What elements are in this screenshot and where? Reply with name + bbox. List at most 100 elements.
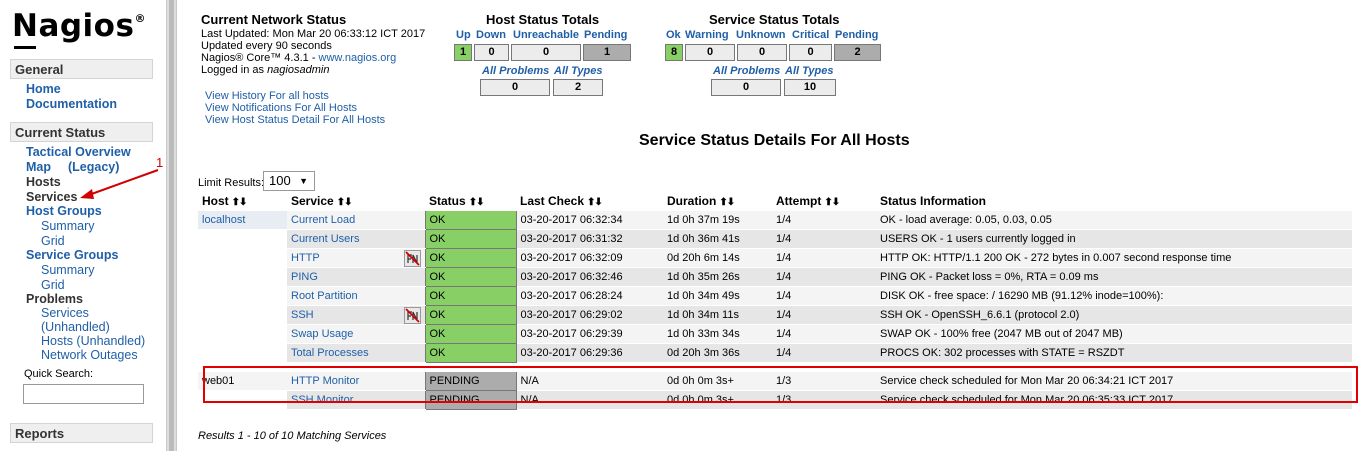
sort-arrows-icon[interactable]: ⬆⬇ — [719, 197, 735, 208]
host-all-problems-header[interactable]: All Problems — [482, 65, 549, 77]
host-all-problems-count[interactable]: 0 — [480, 79, 550, 96]
host-cell — [198, 248, 287, 268]
host-down-header[interactable]: Down — [476, 29, 506, 41]
service-warning-header[interactable]: Warning — [685, 29, 729, 41]
host-up-count[interactable]: 1 — [454, 44, 472, 61]
quick-search-input[interactable] — [23, 384, 144, 404]
service-all-problems-count[interactable]: 0 — [711, 79, 781, 96]
sort-arrows-icon[interactable]: ⬆⬇ — [824, 197, 840, 208]
nagios-org-link[interactable]: www.nagios.org — [319, 52, 397, 64]
nav-problems-services-link[interactable]: Services — [41, 306, 89, 320]
status-cell: OK — [424, 229, 517, 249]
attempt-cell: 1/4 — [772, 248, 876, 268]
view-history-link[interactable]: View History For all hosts — [205, 90, 329, 102]
duration-column-header[interactable]: Duration ⬆⬇ — [663, 192, 772, 211]
host-cell[interactable]: localhost — [198, 210, 287, 230]
nav-problems-services-unhandled-link[interactable]: (Unhandled) — [41, 320, 110, 334]
service-all-types-count[interactable]: 10 — [784, 79, 836, 96]
frame-divider-scrollbar[interactable] — [166, 0, 177, 451]
service-cell[interactable]: Current Load — [287, 210, 425, 230]
last-check-column-header[interactable]: Last Check ⬆⬇ — [516, 192, 663, 211]
sort-arrows-icon[interactable]: ⬆⬇ — [337, 197, 353, 208]
duration-cell: 1d 0h 36m 41s — [663, 229, 772, 249]
nav-service-groups-summary-link[interactable]: Summary — [41, 263, 94, 277]
service-cell[interactable]: Swap Usage — [287, 324, 425, 344]
nav-problems-link[interactable]: Problems — [26, 292, 83, 306]
host-cell — [198, 229, 287, 249]
status-cell: OK — [424, 324, 517, 344]
attempt-cell: 1/3 — [772, 390, 876, 410]
host-up-header[interactable]: Up — [456, 29, 471, 41]
host-cell — [198, 286, 287, 306]
host-unreachable-count[interactable]: 0 — [511, 44, 581, 61]
status-column-header[interactable]: Status ⬆⬇ — [425, 192, 516, 211]
table-row: Swap Usage OK 03-20-2017 06:29:39 1d 0h … — [198, 324, 1352, 344]
last-check-cell: 03-20-2017 06:32:34 — [516, 210, 663, 230]
service-all-problems-header[interactable]: All Problems — [713, 65, 780, 77]
limit-results-label: Limit Results: — [198, 177, 265, 189]
view-host-status-detail-link[interactable]: View Host Status Detail For All Hosts — [205, 114, 385, 126]
service-critical-header[interactable]: Critical — [792, 29, 829, 41]
service-cell[interactable]: Total Processes — [287, 343, 425, 363]
host-all-types-header[interactable]: All Types — [554, 65, 603, 77]
nav-host-groups-summary-link[interactable]: Summary — [41, 219, 94, 233]
duration-cell: 0d 0h 0m 3s+ — [663, 371, 772, 391]
duration-cell: 1d 0h 34m 49s — [663, 286, 772, 306]
sort-arrows-icon[interactable]: ⬆⬇ — [587, 197, 603, 208]
limit-results-select[interactable]: 100 ▼ — [263, 171, 315, 191]
host-status-totals-title: Host Status Totals — [486, 12, 600, 27]
service-critical-count[interactable]: 0 — [789, 44, 832, 61]
service-status-totals-title: Service Status Totals — [709, 12, 840, 27]
status-info-cell: PING OK - Packet loss = 0%, RTA = 0.09 m… — [876, 267, 1352, 287]
host-down-count[interactable]: 0 — [474, 44, 509, 61]
service-ok-count[interactable]: 8 — [665, 44, 683, 61]
service-all-types-header[interactable]: All Types — [785, 65, 834, 77]
current-network-status-title: Current Network Status — [201, 12, 347, 27]
status-cell: OK — [424, 343, 517, 363]
last-check-cell: 03-20-2017 06:28:24 — [516, 286, 663, 306]
sort-arrows-icon[interactable]: ⬆⬇ — [469, 197, 485, 208]
service-unknown-count[interactable]: 0 — [737, 44, 787, 61]
nav-problems-hosts-unhandled-link[interactable]: Hosts (Unhandled) — [41, 334, 145, 348]
nav-network-outages-link[interactable]: Network Outages — [41, 348, 138, 362]
sort-arrows-icon[interactable]: ⬆⬇ — [232, 197, 248, 208]
nav-documentation-link[interactable]: Documentation — [26, 97, 117, 111]
service-pending-header[interactable]: Pending — [835, 29, 878, 41]
service-cell[interactable]: Root Partition — [287, 286, 425, 306]
service-warning-count[interactable]: 0 — [685, 44, 735, 61]
duration-cell: 1d 0h 37m 19s — [663, 210, 772, 230]
service-pending-count[interactable]: 2 — [834, 44, 881, 61]
nav-map-link[interactable]: Map — [26, 160, 51, 174]
service-ok-header[interactable]: Ok — [666, 29, 681, 41]
nav-service-groups-grid-link[interactable]: Grid — [41, 278, 65, 292]
host-all-types-count[interactable]: 2 — [553, 79, 603, 96]
nav-home-link[interactable]: Home — [26, 82, 61, 96]
table-row: Total Processes OK 03-20-2017 06:29:36 0… — [198, 343, 1352, 363]
service-cell[interactable]: HTTP — [287, 248, 425, 268]
host-column-header[interactable]: Host ⬆⬇ — [198, 192, 287, 211]
status-info-cell: HTTP OK: HTTP/1.1 200 OK - 272 bytes in … — [876, 248, 1352, 268]
nav-hosts-link[interactable]: Hosts — [26, 175, 61, 189]
nav-tactical-overview-link[interactable]: Tactical Overview — [26, 145, 131, 159]
service-cell[interactable]: SSH — [287, 305, 425, 325]
host-cell[interactable]: web01 — [198, 371, 287, 391]
host-pending-count[interactable]: 1 — [583, 44, 631, 61]
nav-service-groups-link[interactable]: Service Groups — [26, 248, 118, 262]
nagios-logo[interactable]: Nagios® — [12, 8, 146, 49]
notifications-disabled-icon[interactable] — [403, 307, 421, 324]
last-check-cell: 03-20-2017 06:29:02 — [516, 305, 663, 325]
service-cell[interactable]: PING — [287, 267, 425, 287]
service-cell[interactable]: Current Users — [287, 229, 425, 249]
service-cell[interactable]: SSH Monitor — [287, 390, 425, 410]
host-pending-header[interactable]: Pending — [584, 29, 627, 41]
service-cell[interactable]: HTTP Monitor — [287, 371, 425, 391]
view-notifications-link[interactable]: View Notifications For All Hosts — [205, 102, 357, 114]
notifications-disabled-icon[interactable] — [403, 250, 421, 267]
nav-host-groups-grid-link[interactable]: Grid — [41, 234, 65, 248]
attempt-column-header[interactable]: Attempt ⬆⬇ — [772, 192, 876, 211]
table-row: PING OK 03-20-2017 06:32:46 1d 0h 35m 26… — [198, 267, 1352, 287]
host-unreachable-header[interactable]: Unreachable — [513, 29, 579, 41]
service-unknown-header[interactable]: Unknown — [736, 29, 786, 41]
service-column-header[interactable]: Service ⬆⬇ — [287, 192, 425, 211]
table-row: web01 HTTP Monitor PENDING N/A 0d 0h 0m … — [198, 371, 1352, 391]
